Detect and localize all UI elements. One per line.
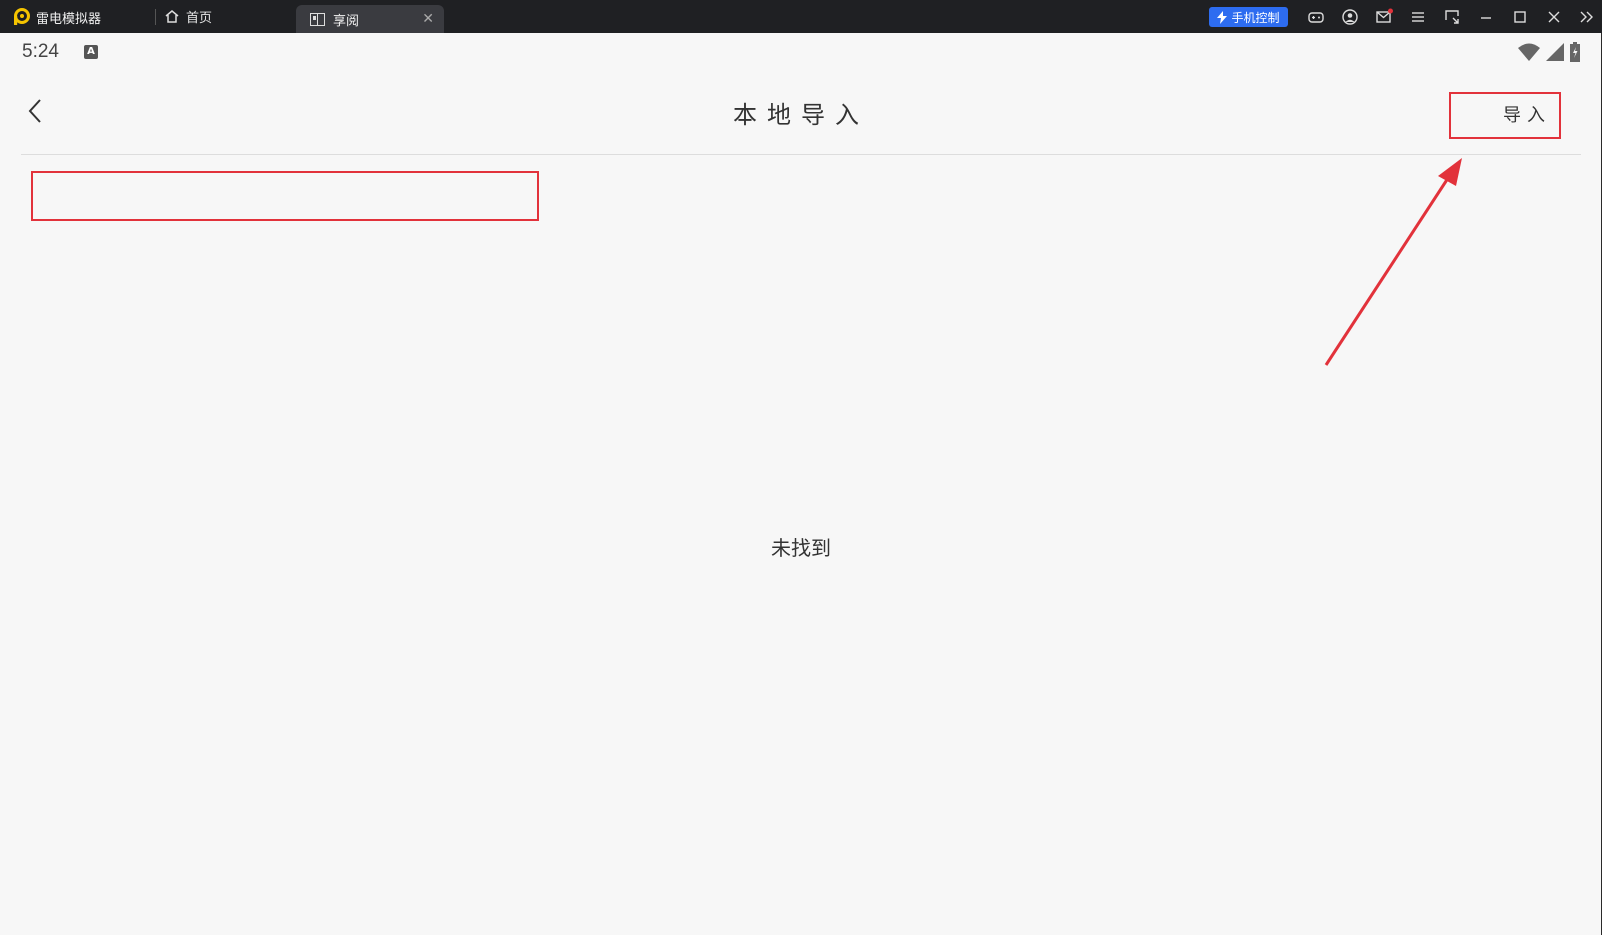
app-name: 雷电模拟器 [36, 11, 102, 27]
lightning-icon [1217, 10, 1228, 24]
import-button[interactable]: 导入 [1449, 92, 1561, 139]
empty-state-text: 未找到 [771, 536, 831, 560]
ldplayer-logo-icon [14, 8, 30, 25]
book-icon [310, 12, 325, 26]
menu-icon[interactable] [1409, 8, 1427, 26]
battery-icon [1570, 42, 1580, 62]
home-icon [165, 10, 179, 23]
page-title: 本地导入 [733, 101, 869, 129]
import-button-label: 导入 [1503, 105, 1551, 126]
phone-control-button[interactable]: 手机控制 [1209, 7, 1288, 27]
tab-xiangyue-label: 享阅 [333, 13, 360, 29]
tab-home-label: 首页 [186, 11, 213, 26]
system-icons [1518, 42, 1580, 62]
app-bar: 本地导入 导入 [21, 71, 1581, 155]
screen-icon[interactable] [1443, 8, 1461, 26]
tab-home[interactable]: 首页 [165, 0, 212, 33]
annotation-arrow-icon [1324, 158, 1462, 366]
account-icon[interactable] [1341, 8, 1359, 26]
emulator-titlebar: 雷电模拟器 首页 享阅 ✕ 手机控制 [0, 0, 1602, 33]
signal-icon [1546, 43, 1564, 61]
close-icon[interactable] [1545, 8, 1563, 26]
status-time: 5:24 [22, 41, 59, 62]
titlebar-divider [155, 9, 156, 25]
tab-close-icon[interactable]: ✕ [422, 11, 434, 27]
expand-icon[interactable] [1578, 8, 1596, 26]
mail-icon[interactable] [1375, 8, 1393, 26]
maximize-icon[interactable] [1511, 8, 1529, 26]
app-brand: 雷电模拟器 [12, 7, 101, 27]
minimize-icon[interactable] [1477, 8, 1495, 26]
search-input-highlight[interactable] [31, 171, 539, 221]
tab-xiangyue[interactable]: 享阅 ✕ [296, 5, 444, 33]
android-statusbar: 5:24 A [0, 33, 1602, 71]
gamepad-icon[interactable] [1307, 8, 1325, 26]
keyboard-ime-icon: A [84, 45, 98, 59]
wifi-icon [1518, 43, 1540, 61]
phone-control-label: 手机控制 [1231, 10, 1280, 25]
